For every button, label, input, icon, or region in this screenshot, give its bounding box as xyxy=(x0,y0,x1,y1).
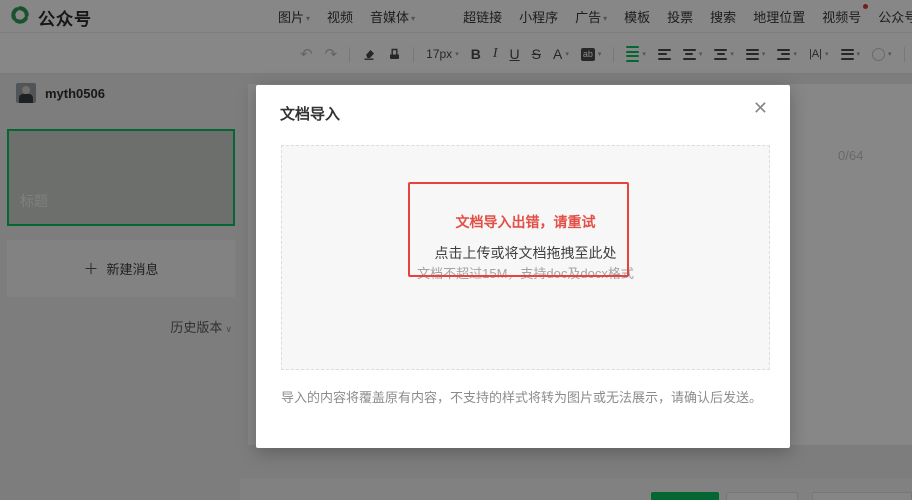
import-error-text: 文档导入出错，请重试 xyxy=(455,214,596,230)
dialog-title: 文档导入 xyxy=(280,106,341,123)
app-screen: 公众号 图片 ▾ 视频 音媒体 ▾ 超链接 小程序 广告 ▾ 模板 投票 搜索 地理位… xyxy=(0,0,912,500)
upload-hint-text: 点击上传或将文档拖拽至此处 xyxy=(434,245,617,261)
document-import-dialog: 文档导入 ✕ 文档导入出错，请重试 点击上传或将文档拖拽至此处 文档不超过15M… xyxy=(256,85,790,448)
upload-dropzone[interactable]: 文档导入出错，请重试 点击上传或将文档拖拽至此处 文档不超过15M，支持doc及… xyxy=(281,145,770,370)
dropzone-text: 文档导入出错，请重试 点击上传或将文档拖拽至此处 文档不超过15M，支持doc及… xyxy=(282,212,769,283)
upload-limit-text: 文档不超过15M，支持doc及docx格式 xyxy=(417,266,634,281)
import-note-text: 导入的内容将覆盖原有内容，不支持的样式将转为图片或无法展示，请确认后发送。 xyxy=(281,390,763,405)
close-icon[interactable]: ✕ xyxy=(753,99,768,117)
